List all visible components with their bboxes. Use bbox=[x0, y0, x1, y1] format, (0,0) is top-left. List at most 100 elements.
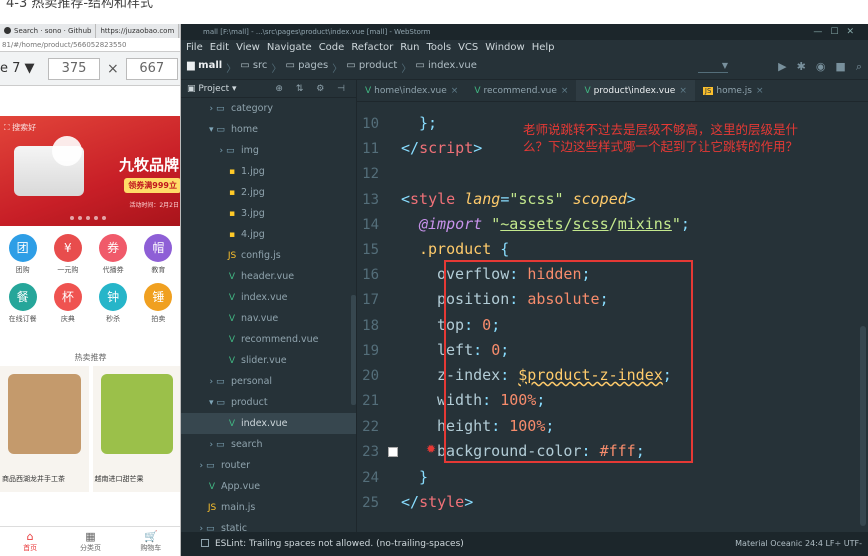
product-name: 越南进口甜芒果 bbox=[94, 475, 144, 483]
menu-item[interactable]: VCS bbox=[458, 40, 478, 55]
category-item[interactable]: 杯庆典 bbox=[45, 283, 90, 324]
status-message[interactable]: ESLint: Trailing spaces not allowed. (no… bbox=[215, 539, 464, 549]
category-icon: 券 bbox=[99, 234, 128, 262]
tree-scrollbar[interactable] bbox=[351, 295, 356, 405]
category-item[interactable]: 团团购 bbox=[0, 234, 45, 275]
tabbar-item[interactable]: ▦ 分类页 bbox=[60, 527, 120, 556]
menu-item[interactable]: Code bbox=[319, 40, 345, 55]
line-number: 15 bbox=[362, 242, 379, 258]
promo-banner[interactable]: ⛶ 搜索好 九牧品牌 领券满999立 活动时间：2月2日 bbox=[0, 116, 180, 226]
browser-tab[interactable]: https://juzaobao.com bbox=[96, 24, 180, 38]
coverage-icon[interactable]: ◉ bbox=[816, 60, 826, 74]
tabbar-item[interactable]: ⌂ 首页 bbox=[0, 527, 60, 556]
project-icon: ▣ bbox=[187, 84, 199, 94]
tree-item[interactable]: Vindex.vue bbox=[181, 287, 356, 308]
menu-item[interactable]: Refactor bbox=[351, 40, 393, 55]
menu-item[interactable]: Help bbox=[532, 40, 555, 55]
menu-item[interactable]: Window bbox=[485, 40, 524, 55]
tree-item[interactable]: ▪ 3.jpg bbox=[181, 203, 356, 224]
category-item[interactable]: 帽教育 bbox=[136, 234, 180, 275]
editor-tab[interactable]: Vhome\index.vue × bbox=[357, 80, 466, 101]
tree-item[interactable]: JS config.js bbox=[181, 245, 356, 266]
menu-item[interactable]: View bbox=[236, 40, 260, 55]
category-item[interactable]: 钟秒杀 bbox=[91, 283, 136, 324]
category-item[interactable]: 锤拍卖 bbox=[136, 283, 180, 324]
folder-icon: › ▭ bbox=[219, 146, 235, 156]
tree-item[interactable]: Vnav.vue bbox=[181, 308, 356, 329]
window-controls[interactable]: —☐✕ bbox=[813, 24, 862, 40]
bulb-icon[interactable]: ✹ bbox=[426, 442, 436, 456]
menu-item[interactable]: Navigate bbox=[267, 40, 312, 55]
breadcrumb-item[interactable]: ▭ index.vue bbox=[415, 60, 477, 75]
tree-item[interactable]: ▾ ▭ home bbox=[181, 119, 356, 140]
stop-icon[interactable]: ■ bbox=[835, 60, 845, 74]
mobile-tabbar: ⌂ 首页 ▦ 分类页 🛒 购物车 bbox=[0, 526, 180, 556]
chevron-right-icon: 〉 bbox=[332, 63, 343, 75]
product-card[interactable]: 商品西湖龙井手工茶 bbox=[0, 366, 89, 492]
debug-icon[interactable]: ✱ bbox=[797, 60, 806, 74]
address-bar[interactable]: 81/#/home/product/566052823550 bbox=[0, 38, 180, 52]
tree-item[interactable]: V App.vue bbox=[181, 476, 356, 497]
menu-item[interactable]: Run bbox=[400, 40, 419, 55]
breadcrumb-item[interactable]: ▭ pages bbox=[285, 60, 328, 75]
tree-item[interactable]: › ▭ category bbox=[181, 98, 356, 119]
editor-scrollbar[interactable] bbox=[860, 326, 866, 526]
tabbar-icon: ▦ bbox=[85, 529, 96, 543]
browser-tab[interactable]: Search · sono · Github bbox=[0, 24, 97, 38]
search-icon[interactable]: ⌕ bbox=[856, 60, 862, 74]
menu-item[interactable]: Tools bbox=[426, 40, 451, 55]
close-icon[interactable]: × bbox=[451, 86, 459, 96]
breadcrumb-item[interactable]: ▆ mall bbox=[187, 60, 222, 75]
close-icon[interactable]: × bbox=[561, 86, 569, 96]
close-icon[interactable]: × bbox=[756, 86, 764, 96]
tree-item[interactable]: Vrecommend.vue bbox=[181, 329, 356, 350]
height-input[interactable]: 667 bbox=[125, 57, 178, 80]
menu-item[interactable]: Edit bbox=[210, 40, 229, 55]
line-number: 21 bbox=[362, 393, 379, 409]
run-icon[interactable]: ▶ bbox=[778, 60, 786, 74]
panel-tools[interactable]: ⊕ ⇅ ⚙ ⊣ bbox=[275, 80, 350, 98]
tree-item-label: recommend.vue bbox=[241, 334, 319, 345]
banner-search[interactable]: ⛶ 搜索好 bbox=[4, 122, 36, 133]
status-right[interactable]: Material Oceanic 24:4 LF÷ UTF- bbox=[735, 532, 862, 556]
tabbar-item[interactable]: 🛒 购物车 bbox=[121, 527, 180, 556]
tree-item[interactable]: ▾ ▭ product bbox=[181, 392, 356, 413]
run-config-select[interactable]: ▼ bbox=[698, 61, 728, 73]
tabbar-label: 分类页 bbox=[79, 543, 101, 552]
breadcrumb-item[interactable]: ▭ product bbox=[346, 60, 397, 75]
tree-item[interactable]: ▪ 4.jpg bbox=[181, 224, 356, 245]
category-item[interactable]: 券代播券 bbox=[91, 234, 136, 275]
category-label: 教育 bbox=[151, 266, 166, 274]
tree-item[interactable]: JS main.js bbox=[181, 497, 356, 518]
product-card[interactable]: 越南进口甜芒果 bbox=[92, 366, 180, 492]
tree-item[interactable]: ▪ 2.jpg bbox=[181, 182, 356, 203]
tree-item[interactable]: Vheader.vue bbox=[181, 266, 356, 287]
img-file-icon: ▪ bbox=[228, 167, 236, 177]
editor-tab[interactable]: Vrecommend.vue × bbox=[466, 80, 576, 101]
tree-item-label: 4.jpg bbox=[241, 229, 265, 240]
tree-item[interactable]: ▪ 1.jpg bbox=[181, 161, 356, 182]
img-file-icon: ▪ bbox=[228, 230, 236, 240]
breadcrumb-item[interactable]: ▭ src bbox=[240, 60, 267, 75]
tree-item[interactable]: Vslider.vue bbox=[181, 350, 356, 371]
window-titlebar: mall [F:\mall] - ...\src\pages\product\i… bbox=[181, 24, 868, 40]
highlight-box bbox=[444, 260, 693, 463]
editor-tab[interactable]: JS home.js × bbox=[695, 80, 772, 101]
device-select[interactable]: e 7 ▼ bbox=[0, 61, 36, 76]
close-icon[interactable]: × bbox=[679, 86, 687, 96]
width-input[interactable]: 375 bbox=[48, 57, 100, 80]
category-item[interactable]: 餐在线订餐 bbox=[0, 283, 45, 324]
tree-item[interactable]: › ▭ search bbox=[181, 434, 356, 455]
tree-item-label: slider.vue bbox=[241, 355, 287, 366]
tree-item-label: personal bbox=[231, 376, 273, 387]
code-line: }; bbox=[419, 114, 438, 132]
tree-item[interactable]: Vindex.vue bbox=[181, 413, 356, 434]
category-icon: 帽 bbox=[144, 234, 173, 262]
project-panel-header[interactable]: ▣ Project ▾ ⊕ ⇅ ⚙ ⊣ bbox=[181, 80, 356, 98]
tree-item[interactable]: › ▭ router bbox=[181, 455, 356, 476]
editor-tab[interactable]: Vproduct\index.vue × bbox=[576, 80, 695, 101]
tree-item[interactable]: › ▭ personal bbox=[181, 371, 356, 392]
category-item[interactable]: ¥ 一元购 bbox=[45, 234, 90, 275]
tree-item[interactable]: › ▭ img bbox=[181, 140, 356, 161]
menu-item[interactable]: File bbox=[186, 40, 203, 55]
